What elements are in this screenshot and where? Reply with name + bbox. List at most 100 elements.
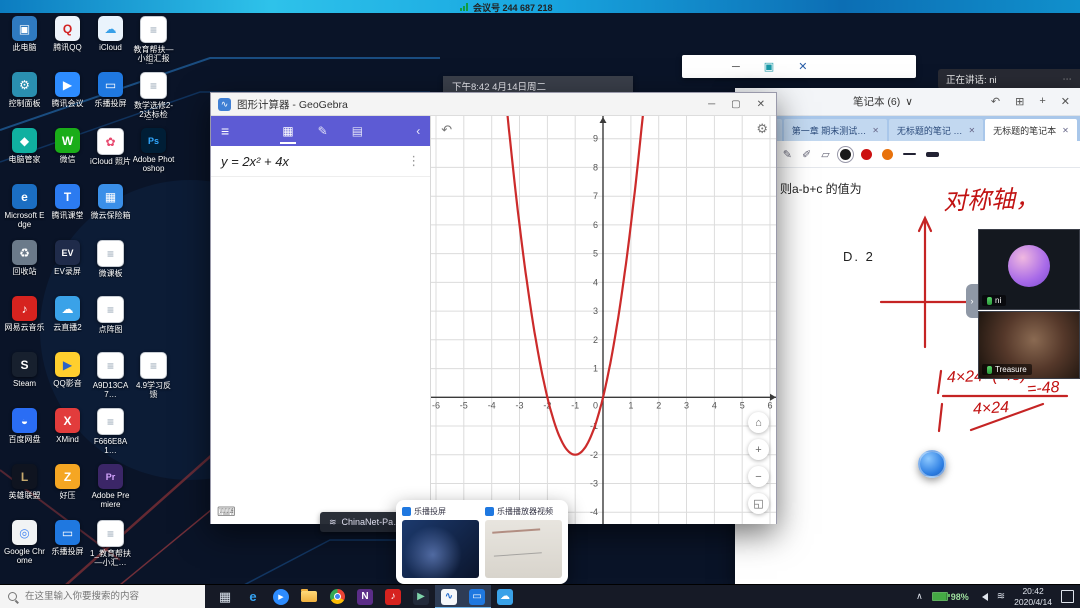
tab-algebra[interactable]: ▦ [280, 118, 296, 144]
settings-gear-icon[interactable]: ⚙ [756, 121, 768, 137]
taskbar-search[interactable] [0, 585, 205, 608]
equation-row[interactable]: y = 2x² + 4x ⋮ [211, 146, 431, 177]
desktop-icon[interactable]: ◎ Google Chrome [3, 520, 46, 576]
desktop-icon[interactable]: EV EV录屏 [46, 240, 89, 296]
lebo-popup-item[interactable]: 乐播投屏 [402, 506, 479, 578]
desktop-icon[interactable]: ◒ 百度网盘 [3, 408, 46, 464]
lebo-popup-item[interactable]: 乐播播放器视频 [485, 506, 562, 578]
desktop-icon[interactable]: ≡ 数学选修2-2达标检测… [132, 72, 175, 128]
close-tab-icon[interactable]: ✕ [1062, 126, 1069, 135]
desktop-icon[interactable]: W 微信 [46, 128, 89, 184]
close-icon[interactable]: ✕ [1061, 95, 1070, 108]
undo-icon[interactable]: ↶ [991, 95, 1000, 108]
network-icon[interactable]: ≋ [997, 591, 1005, 602]
pen-tool-icon[interactable]: ✎ [783, 148, 792, 161]
minimize-icon[interactable]: ─ [732, 61, 740, 73]
collapse-panel-icon[interactable]: ‹ [416, 124, 420, 138]
ink-color-dot[interactable] [881, 148, 893, 160]
more-icon[interactable]: ⋯ [1063, 74, 1073, 85]
tray-expand-icon[interactable]: ∧ [916, 591, 923, 602]
geogebra-titlebar[interactable]: ∿ 图形计算器 - GeoGebra ─ ▢ ✕ [211, 93, 776, 116]
stroke-width-thin[interactable] [902, 153, 916, 155]
preview-thumbnail[interactable] [485, 520, 562, 578]
stroke-width-thick[interactable] [925, 151, 939, 157]
taskbar-app-geogebra[interactable]: ∿ [435, 584, 463, 608]
desktop-icon[interactable]: ≡ 点阵图 [89, 296, 132, 352]
desktop-icon[interactable]: ▶ 腾讯会议 [46, 72, 89, 128]
undo-icon[interactable]: ↶ [441, 122, 452, 138]
desktop-icon[interactable]: ▭ 乐播投屏 [46, 520, 89, 576]
notebook-tab[interactable]: 无标题的笔记 … ✕ [888, 119, 984, 141]
close-icon[interactable]: ✕ [757, 99, 765, 110]
participant-video-treasure[interactable]: Treasure [978, 311, 1080, 379]
desktop-icon[interactable]: ♻ 回收站 [3, 240, 46, 296]
search-input[interactable] [23, 590, 197, 603]
notification-icon[interactable] [1061, 590, 1074, 603]
maximize-icon[interactable]: ▢ [731, 99, 740, 110]
desktop-icon[interactable]: ☁ 云直播2 [46, 296, 89, 352]
desktop-icon[interactable]: ≡ 教育帮扶—小组汇报评… [132, 16, 175, 72]
tab-table[interactable]: ▤ [350, 118, 365, 144]
desktop-icon[interactable]: Ps Adobe Photoshop [132, 128, 175, 184]
lebo-floating-ball[interactable] [918, 450, 946, 478]
volume-icon[interactable] [978, 592, 988, 601]
desktop-icon[interactable]: ▦ 微云保险箱 [89, 184, 132, 240]
desktop-icon[interactable]: ▣ 此电脑 [3, 16, 46, 72]
tab-tools[interactable]: ✎ [316, 118, 330, 144]
desktop-icon[interactable]: T 腾讯课堂 [46, 184, 89, 240]
desktop-icon[interactable]: ≡ F666E8A1… [89, 408, 132, 464]
minimize-icon[interactable]: ─ [708, 99, 715, 110]
participant-video-ni[interactable]: ni [978, 229, 1080, 310]
taskbar-app-onenote[interactable]: N [351, 585, 379, 608]
desktop-icon[interactable]: e Microsoft Edge [3, 184, 46, 240]
zoom-in-icon[interactable]: + [748, 439, 769, 460]
desktop-icon[interactable]: ♪ 网易云音乐 [3, 296, 46, 352]
taskbar-app-tencent-meeting[interactable]: ▶ [267, 585, 295, 608]
eraser-tool-icon[interactable]: ▱ [821, 148, 829, 161]
close-tab-icon[interactable]: ✕ [968, 126, 975, 135]
restore-icon[interactable]: ▣ [764, 60, 774, 73]
notebook-title[interactable]: 笔记本 (6) [853, 94, 900, 109]
desktop-icon[interactable]: ◆ 电脑管家 [3, 128, 46, 184]
apps-grid-icon[interactable]: ⊞ [1015, 95, 1024, 108]
desktop-icon[interactable]: ▭ 乐播投屏 [89, 72, 132, 128]
desktop-icon[interactable]: ✿ iCloud 照片 [89, 128, 132, 184]
desktop-icon[interactable]: ▶ QQ影音 [46, 352, 89, 408]
close-tab-icon[interactable]: ✕ [872, 126, 879, 135]
desktop-icon[interactable]: Pr Adobe Premiere [89, 464, 132, 520]
desktop-icon[interactable]: ≡ A9D13CA7… [89, 352, 132, 408]
desktop-icon[interactable]: Z 好压 [46, 464, 89, 520]
taskbar-app-lebo[interactable]: ▭ [463, 584, 491, 608]
notebook-tab[interactable]: 无标题的笔记本 ✕ [985, 119, 1077, 141]
preview-thumbnail[interactable] [402, 520, 479, 578]
caret-down-icon[interactable]: ∨ [905, 96, 913, 108]
desktop-icon[interactable]: ≡ 微课板 [89, 240, 132, 296]
desktop-icon[interactable]: ≡ 1_教育帮扶—小汇… [89, 520, 132, 576]
desktop-icon[interactable]: L 英雄联盟 [3, 464, 46, 520]
desktop-icon[interactable]: ⚙ 控制面板 [3, 72, 46, 128]
ink-color-dot[interactable] [839, 148, 851, 160]
menu-icon[interactable]: ≡ [221, 123, 229, 139]
fullscreen-icon[interactable]: ◱ [748, 493, 769, 514]
taskbar-app-chrome[interactable] [323, 585, 351, 608]
desktop-icon[interactable]: X XMind [46, 408, 89, 464]
add-page-icon[interactable]: + [1039, 95, 1045, 108]
row-menu-icon[interactable]: ⋮ [407, 153, 420, 169]
taskbar-clock[interactable]: 20:42 2020/4/14 [1014, 586, 1052, 606]
equation-text[interactable]: y = 2x² + 4x [221, 154, 289, 169]
panel-collapse-handle[interactable]: › [966, 284, 978, 318]
taskbar-app-task-view[interactable]: ▦ [211, 585, 239, 608]
desktop-icon[interactable]: S Steam [3, 352, 46, 408]
desktop-icon[interactable]: ☁ iCloud [89, 16, 132, 72]
tray-battery[interactable]: 98% [931, 592, 969, 602]
ink-color-dot[interactable] [860, 148, 872, 160]
taskbar-app-media-player[interactable]: ▶ [407, 585, 435, 608]
taskbar-app-netease-music[interactable]: ♪ [379, 585, 407, 608]
taskbar-app-edge[interactable]: e [239, 585, 267, 608]
graphics-view[interactable]: -6 -5 -4 -3 -2 -1 1 2 3 4 5 6 -4 -3 -2 -1 1 2 3 4 5 6 7 8 9 0 ↶ ⚙… [431, 116, 776, 524]
notebook-tab[interactable]: 第一章 期末测试… ✕ [783, 119, 887, 141]
desktop-icon[interactable]: Q 腾讯QQ [46, 16, 89, 72]
home-icon[interactable]: ⌂ [748, 412, 769, 433]
desktop-icon[interactable]: ≡ 4.9学习反馈 [132, 352, 175, 408]
highlighter-tool-icon[interactable]: ✐ [802, 148, 811, 161]
